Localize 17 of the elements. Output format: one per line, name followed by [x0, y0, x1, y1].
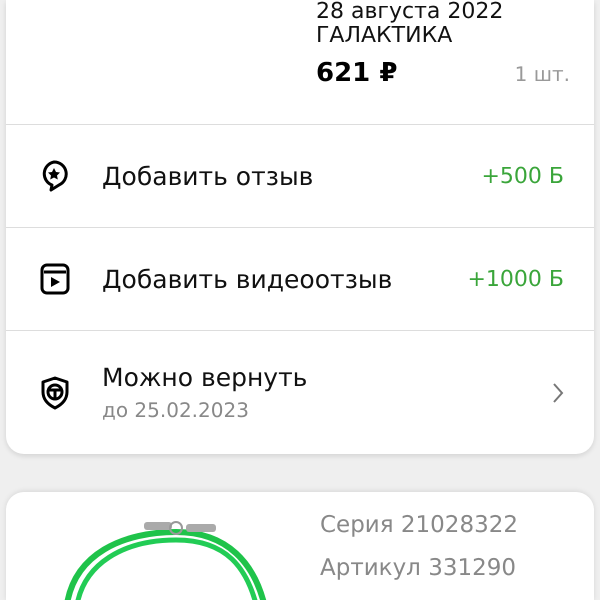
action-row[interactable]: Можно вернуть до 25.02.2023 [6, 330, 594, 454]
action-row[interactable]: Добавить отзыв +500 Б [6, 124, 594, 227]
play-icon [40, 263, 70, 295]
action-label: Добавить видеоотзыв [102, 264, 394, 294]
bonus-points: +500 Б [481, 164, 564, 188]
order-date: 28 августа 2022 [316, 0, 504, 24]
star-speech-bubble-icon [40, 160, 68, 192]
price: 621 ₽ [316, 58, 398, 88]
action-label: Добавить отзыв [102, 162, 314, 190]
article-number: Артикул 331290 [320, 554, 517, 583]
bonus-points: +1000 Б [467, 266, 564, 292]
action-row[interactable]: Добавить видеоотзыв +1000 Б [6, 227, 594, 330]
quantity: 1 шт. [514, 62, 570, 86]
return-deadline: до 25.02.2023 [102, 398, 250, 422]
brand-name: ГАЛАКТИКА [316, 24, 454, 48]
action-label: Можно вернуть [102, 363, 308, 392]
series-number: Серия 21028322 [320, 511, 518, 540]
